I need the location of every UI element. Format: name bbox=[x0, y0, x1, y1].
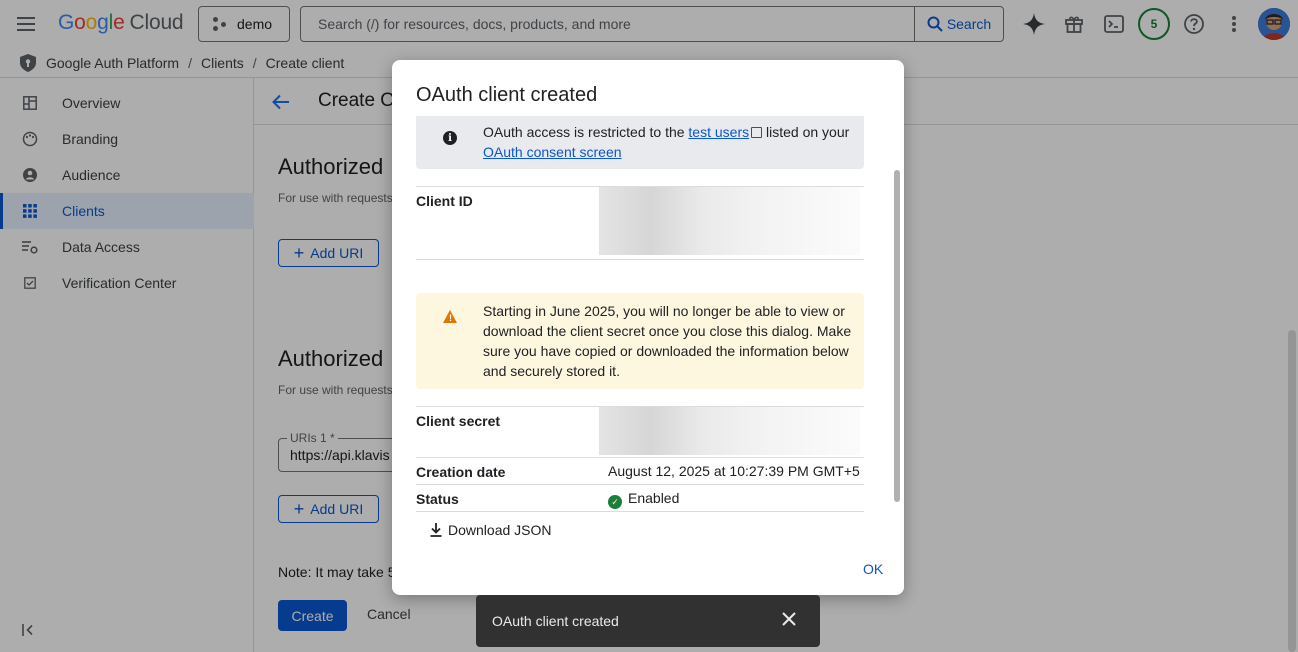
download-json-button[interactable]: Download JSON bbox=[430, 522, 552, 538]
download-icon bbox=[430, 523, 442, 537]
divider bbox=[416, 484, 864, 485]
divider bbox=[416, 511, 864, 512]
client-id-label: Client ID bbox=[416, 193, 473, 209]
client-id-value-redacted[interactable] bbox=[599, 187, 860, 255]
test-users-link[interactable]: test users bbox=[688, 124, 749, 140]
client-secret-label: Client secret bbox=[416, 413, 501, 429]
page-scrollbar[interactable] bbox=[1288, 330, 1296, 652]
dialog-scrollbar[interactable] bbox=[894, 170, 900, 502]
warning-banner-text: Starting in June 2025, you will no longe… bbox=[483, 303, 852, 379]
status-label: Status bbox=[416, 491, 459, 507]
info-icon: i bbox=[443, 131, 457, 145]
download-json-label: Download JSON bbox=[448, 522, 552, 538]
snackbar: OAuth client created bbox=[476, 595, 820, 647]
dialog-scroll-area: i OAuth access is restricted to the test… bbox=[416, 116, 864, 556]
client-secret-value-redacted[interactable] bbox=[599, 407, 860, 455]
info-banner: i OAuth access is restricted to the test… bbox=[416, 116, 864, 169]
divider bbox=[416, 457, 864, 458]
creation-date-value: August 12, 2025 at 10:27:39 PM GMT+5 bbox=[608, 463, 860, 479]
open-in-new-icon bbox=[751, 127, 763, 138]
creation-date-label: Creation date bbox=[416, 464, 506, 480]
warning-banner: ! Starting in June 2025, you will no lon… bbox=[416, 293, 864, 389]
info-banner-text: OAuth access is restricted to the test u… bbox=[483, 124, 850, 160]
dialog-title: OAuth client created bbox=[416, 84, 598, 106]
oauth-created-dialog: OAuth client created i OAuth access is r… bbox=[392, 60, 904, 595]
status-value: ✓ Enabled bbox=[608, 490, 679, 509]
check-circle-icon: ✓ bbox=[608, 495, 622, 509]
ok-button[interactable]: OK bbox=[863, 561, 883, 577]
divider bbox=[416, 259, 864, 260]
close-icon[interactable] bbox=[782, 609, 796, 632]
warning-icon: ! bbox=[443, 310, 457, 323]
consent-screen-link[interactable]: OAuth consent screen bbox=[483, 144, 622, 160]
snackbar-message: OAuth client created bbox=[492, 613, 619, 629]
